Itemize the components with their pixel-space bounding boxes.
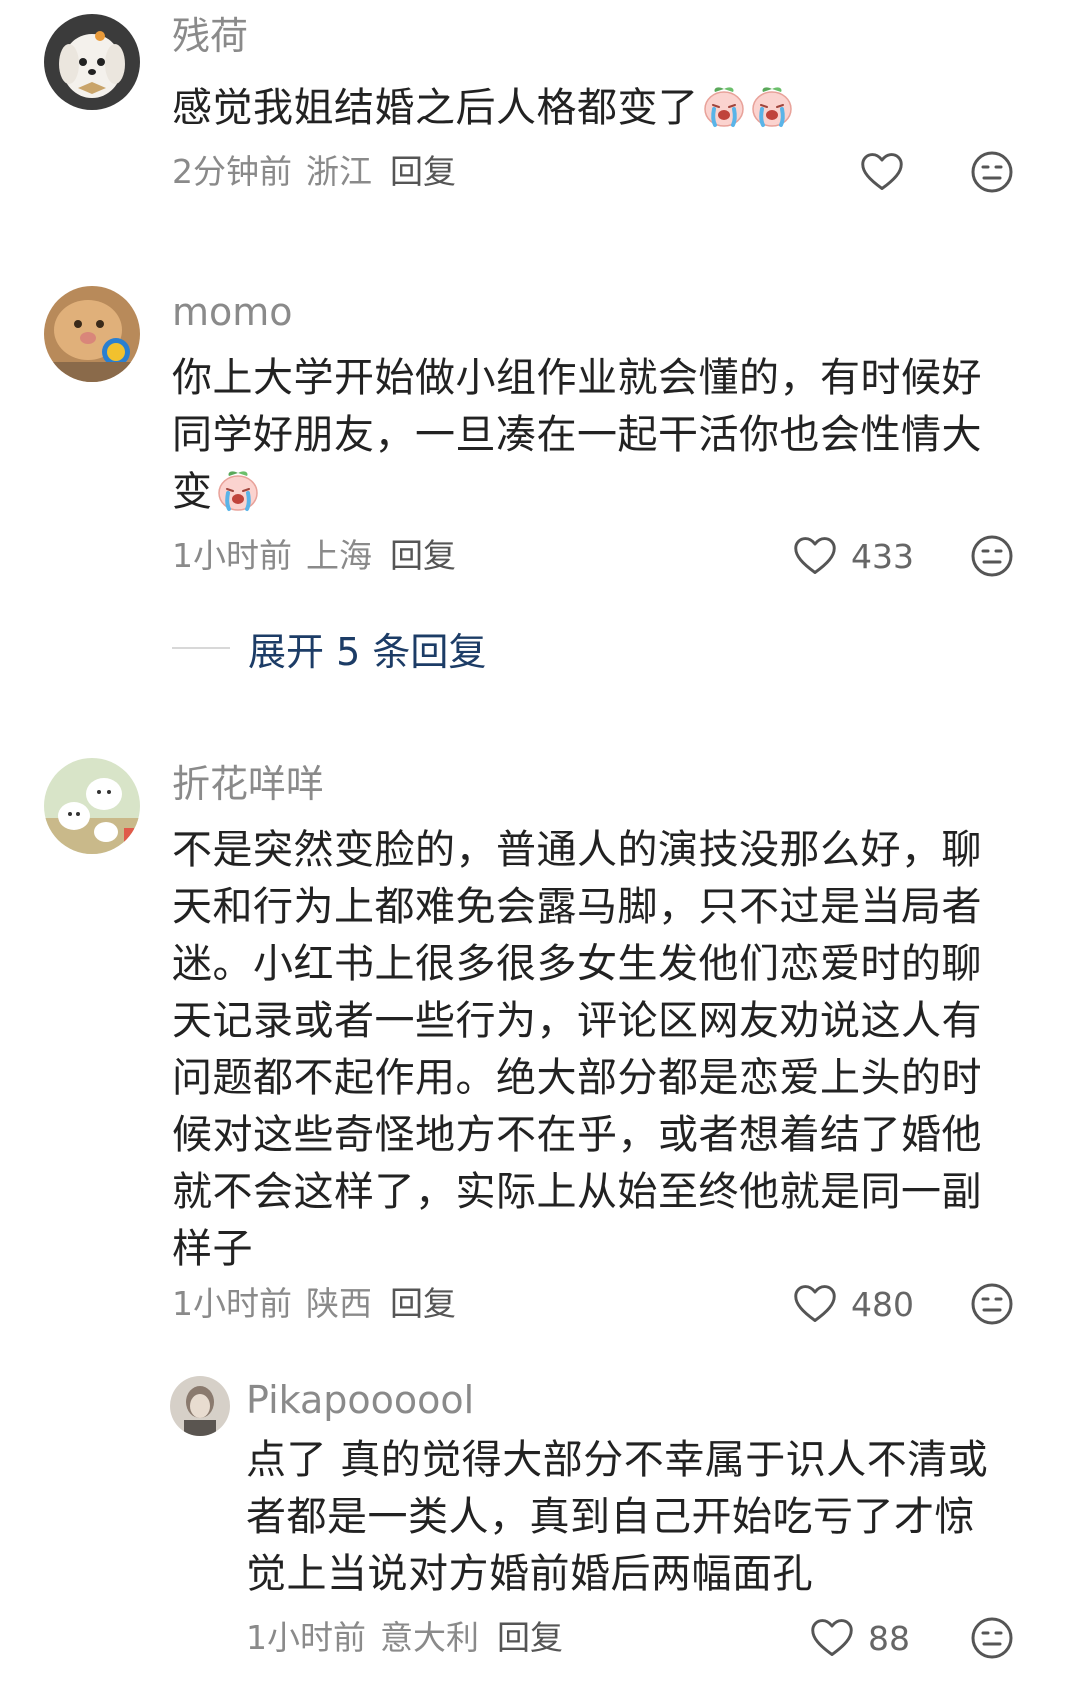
like-count: 88 — [868, 1618, 910, 1658]
comment-line: 天记录或者一些行为，评论区网友劝说这人有 — [172, 998, 982, 1044]
like-button[interactable]: 433 — [793, 531, 914, 581]
like-count: 433 — [851, 536, 914, 576]
crying-peach-emoji — [749, 83, 795, 129]
comment-line: 者都是一类人，真到自己开始吃亏了才惊 — [246, 1494, 975, 1540]
reply-button[interactable]: 回复 — [497, 1618, 563, 1657]
comment-line: 候对这些奇怪地方不在乎，或者想着结了婚他 — [172, 1112, 982, 1158]
comment-text: 点了 真的觉得大部分不幸属于识人不清或 者都是一类人，真到自己开始吃亏了才惊 觉… — [246, 1432, 988, 1603]
dislike-icon[interactable] — [970, 534, 1014, 578]
timestamp: 1小时前 — [172, 536, 292, 575]
like-button[interactable]: 88 — [810, 1613, 910, 1663]
reply-button[interactable]: 回复 — [390, 536, 456, 575]
heart-icon — [860, 151, 904, 193]
comment-line: 感觉我姐结婚之后人格都变了 — [172, 85, 699, 131]
avatar[interactable] — [44, 758, 140, 854]
reply-button[interactable]: 回复 — [390, 152, 456, 191]
location: 意大利 — [380, 1618, 479, 1657]
comment-meta: 1小时前 意大利 回复 — [246, 1616, 577, 1660]
timestamp: 1小时前 — [246, 1618, 366, 1657]
timestamp: 1小时前 — [172, 1284, 292, 1323]
comment-line: 你上大学开始做小组作业就会懂的，有时候好 — [172, 355, 982, 401]
avatar[interactable] — [44, 286, 140, 382]
comment-line: 迷。小红书上很多很多女生发他们恋爱时的聊 — [172, 941, 982, 987]
comment-text: 感觉我姐结婚之后人格都变了 — [172, 80, 795, 137]
expand-replies-button[interactable]: 展开 5 条回复 — [172, 620, 486, 676]
comment-text: 不是突然变脸的，普通人的演技没那么好，聊 天和行为上都难免会露马脚，只不过是当局… — [172, 822, 982, 1278]
dislike-icon[interactable] — [970, 1282, 1014, 1326]
username[interactable]: 残荷 — [172, 12, 248, 60]
crying-peach-emoji — [215, 467, 261, 513]
comment-meta: 2分钟前 浙江 回复 — [172, 150, 470, 194]
username[interactable]: momo — [172, 288, 293, 336]
location: 陕西 — [306, 1284, 372, 1323]
location: 上海 — [306, 536, 372, 575]
avatar[interactable] — [44, 14, 140, 110]
reply-button[interactable]: 回复 — [390, 1284, 456, 1323]
comment-line: 问题都不起作用。绝大部分都是恋爱上头的时 — [172, 1055, 982, 1101]
dislike-icon[interactable] — [970, 1616, 1014, 1660]
heart-icon — [793, 535, 837, 577]
comment-line: 就不会这样了，实际上从始至终他就是同一副 — [172, 1169, 982, 1215]
comment-line: 不是突然变脸的，普通人的演技没那么好，聊 — [172, 827, 982, 873]
comment-line: 变 — [172, 469, 213, 515]
comment-line: 点了 真的觉得大部分不幸属于识人不清或 — [246, 1437, 989, 1483]
comment-meta: 1小时前 陕西 回复 — [172, 1282, 470, 1326]
like-button[interactable]: 480 — [793, 1279, 914, 1329]
like-button[interactable] — [860, 147, 904, 197]
comment-line: 天和行为上都难免会露马脚，只不过是当局者 — [172, 884, 982, 930]
crying-peach-emoji — [701, 83, 747, 129]
username[interactable]: 折花咩咩 — [172, 760, 324, 808]
timestamp: 2分钟前 — [172, 152, 292, 191]
heart-icon — [810, 1617, 854, 1659]
heart-icon — [793, 1283, 837, 1325]
comment-meta: 1小时前 上海 回复 — [172, 534, 470, 578]
comment-line: 觉上当说对方婚前婚后两幅面孔 — [246, 1551, 813, 1597]
location: 浙江 — [306, 152, 372, 191]
comment-line: 样子 — [172, 1226, 253, 1272]
avatar[interactable] — [170, 1376, 230, 1436]
divider — [172, 647, 230, 649]
comment-text: 你上大学开始做小组作业就会懂的，有时候好 同学好朋友，一旦凑在一起干活你也会性情… — [172, 350, 982, 521]
expand-replies-label: 展开 5 条回复 — [248, 629, 487, 674]
dislike-icon[interactable] — [970, 150, 1014, 194]
username[interactable]: Pikapoooool — [246, 1376, 474, 1424]
comment-line: 同学好朋友，一旦凑在一起干活你也会性情大 — [172, 412, 982, 458]
like-count: 480 — [851, 1284, 914, 1324]
